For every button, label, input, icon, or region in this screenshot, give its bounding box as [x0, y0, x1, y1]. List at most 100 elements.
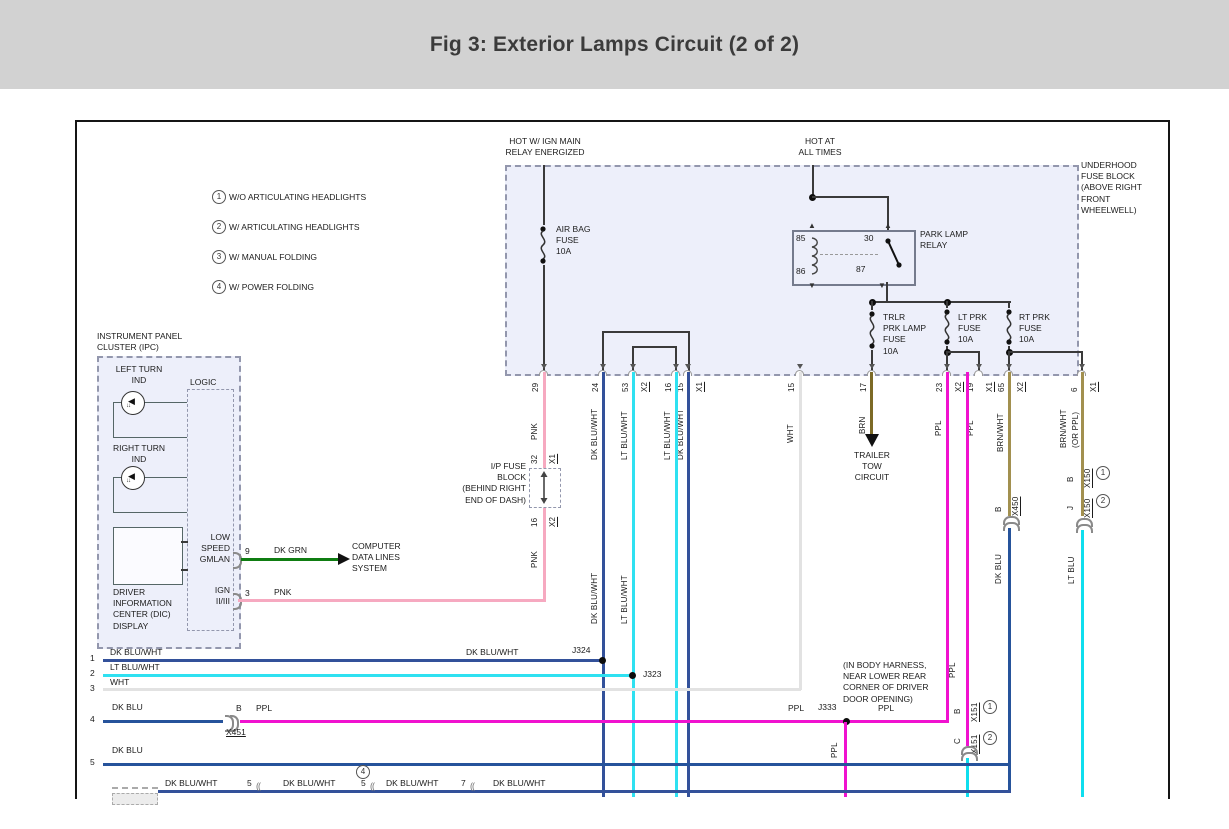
relay-pin-30: 30 [864, 233, 874, 243]
wire-ltbluwht [103, 674, 634, 677]
wire-ppl [844, 722, 847, 797]
legend-option-4-icon: 4 [212, 280, 226, 294]
junction-label: J324 [572, 645, 591, 655]
airbag-fuse-label: AIR BAG FUSE 10A [556, 224, 591, 257]
wire-pnk [238, 599, 546, 602]
wire-label: BRN/WHT [1059, 409, 1068, 448]
wire [886, 282, 888, 303]
option-1-icon: 1 [1096, 466, 1110, 480]
hot-ign-label: HOT W/ IGN MAIN RELAY ENERGIZED [505, 136, 585, 158]
connector-label: X1 [695, 381, 704, 392]
inline-pin: 5 [247, 778, 252, 788]
legend-option-3-icon: 3 [212, 250, 226, 264]
relay-actuator-line [820, 254, 878, 255]
wire-label: DK BLU/WHT [283, 778, 336, 788]
connector-name: X451 [226, 727, 246, 737]
wire-label: DK BLU [994, 553, 1003, 584]
inline-pin: 7 [461, 778, 466, 788]
cutoff-component-box [112, 793, 158, 805]
trlr-fuse-label: TRLR PRK LAMP FUSE 10A [883, 312, 926, 356]
legend-item: W/ MANUAL FOLDING [229, 252, 317, 262]
jumper-wire [602, 331, 690, 333]
wire-label: DK BLU/WHT [590, 408, 599, 460]
row-number: 3 [90, 683, 95, 693]
wire-label: LT BLU [1067, 556, 1076, 584]
wire-dkbluwht [687, 372, 690, 797]
connector-pin: B [953, 708, 962, 714]
arrow-up-icon: ▲ [808, 221, 816, 230]
wire-wht [103, 688, 801, 691]
gmlan-label: LOW SPEED GMLAN [199, 532, 230, 565]
wire-pnk [543, 372, 546, 468]
wire-label: LT BLU/WHT [620, 411, 629, 460]
wire-label: DK BLU/WHT [110, 647, 163, 657]
wire [946, 351, 980, 353]
wire-ltbluwht [675, 372, 678, 797]
arrow-down-icon: ▼ [808, 281, 816, 290]
connector-name: X150 [1083, 498, 1092, 518]
wire-dkbluwht [103, 659, 604, 662]
row-number: 4 [90, 714, 95, 724]
connector-label: X1 [548, 453, 557, 464]
wire-label: DK BLU [112, 745, 143, 755]
relay-switch-icon [885, 238, 902, 268]
wire-label: BRN [858, 416, 867, 435]
connector-label: X1 [1089, 381, 1098, 392]
connector-pin: B [994, 506, 1003, 512]
legend-item: W/ ARTICULATING HEADLIGHTS [229, 222, 360, 232]
fuse-icon [1003, 308, 1015, 346]
connector-label: X2 [1016, 381, 1025, 392]
dic-label: DRIVER INFORMATION CENTER (DIC) DISPLAY [113, 587, 172, 631]
wire [1008, 351, 1083, 353]
computer-data-lines-label: COMPUTER DATA LINES SYSTEM [352, 541, 401, 574]
wire-dkblu [1008, 528, 1011, 792]
connector-pin: B [1066, 476, 1075, 482]
wire [871, 301, 1011, 303]
pin-label: 29 [531, 382, 540, 392]
row-number: 1 [90, 653, 95, 663]
double-arrow-icon [540, 471, 548, 504]
pin-label: 15 [787, 382, 796, 392]
left-turn-indicator-icon: ◀ ↓↓ [121, 391, 145, 415]
right-turn-label: RIGHT TURN IND [112, 443, 166, 465]
connector-pin: J [1066, 505, 1075, 510]
wire-pnk [543, 506, 546, 602]
pin-label: 16 [530, 517, 539, 527]
option-2-icon: 2 [1096, 494, 1110, 508]
wire-label: PPL [934, 420, 943, 436]
jumper-wire [632, 346, 677, 348]
wire-label: DK BLU/WHT [590, 572, 599, 624]
lt-prk-fuse-label: LT PRK FUSE 10A [958, 312, 987, 345]
wire-dkblu [103, 720, 223, 723]
legend-option-1-icon: 1 [212, 190, 226, 204]
relay-pin-86: 86 [796, 266, 806, 276]
connector-arc-icon [1076, 524, 1093, 533]
legend-item: W/ POWER FOLDING [229, 282, 314, 292]
row-number: 5 [90, 757, 95, 767]
fuse-icon [866, 310, 878, 350]
connector-name: X150 [1083, 468, 1092, 488]
pin-9: 9 [245, 546, 250, 556]
relay-pin-85: 85 [796, 233, 806, 243]
wire-label: DK GRN [274, 545, 308, 555]
junction-dot [599, 657, 606, 664]
body-harness-note: (IN BODY HARNESS, NEAR LOWER REAR CORNER… [843, 660, 929, 704]
junction-label: J333 [818, 702, 837, 712]
inline-connector-icon: (( [370, 781, 375, 791]
wire [181, 541, 188, 543]
arrow-down-icon: ▼ [878, 281, 886, 290]
connector-pin: B [236, 703, 242, 713]
connector-name: X151 [970, 702, 979, 722]
wire [543, 165, 545, 372]
wire-label: PPL [948, 662, 957, 678]
rt-prk-fuse-label: RT PRK FUSE 10A [1019, 312, 1050, 345]
underhood-note: UNDERHOOD FUSE BLOCK (ABOVE RIGHT FRONT … [1081, 160, 1142, 215]
trailer-tow-label: TRAILER TOW CIRCUIT [854, 450, 890, 483]
wire-ppl [966, 372, 969, 746]
connector-arc-icon [1003, 522, 1020, 531]
connector-label: X1 [985, 381, 994, 392]
wire-dkgrn [241, 558, 338, 561]
ipc-title: INSTRUMENT PANEL CLUSTER (IPC) [97, 331, 183, 353]
connector-arc-icon [961, 752, 978, 761]
wire-label: PPL [788, 703, 805, 713]
